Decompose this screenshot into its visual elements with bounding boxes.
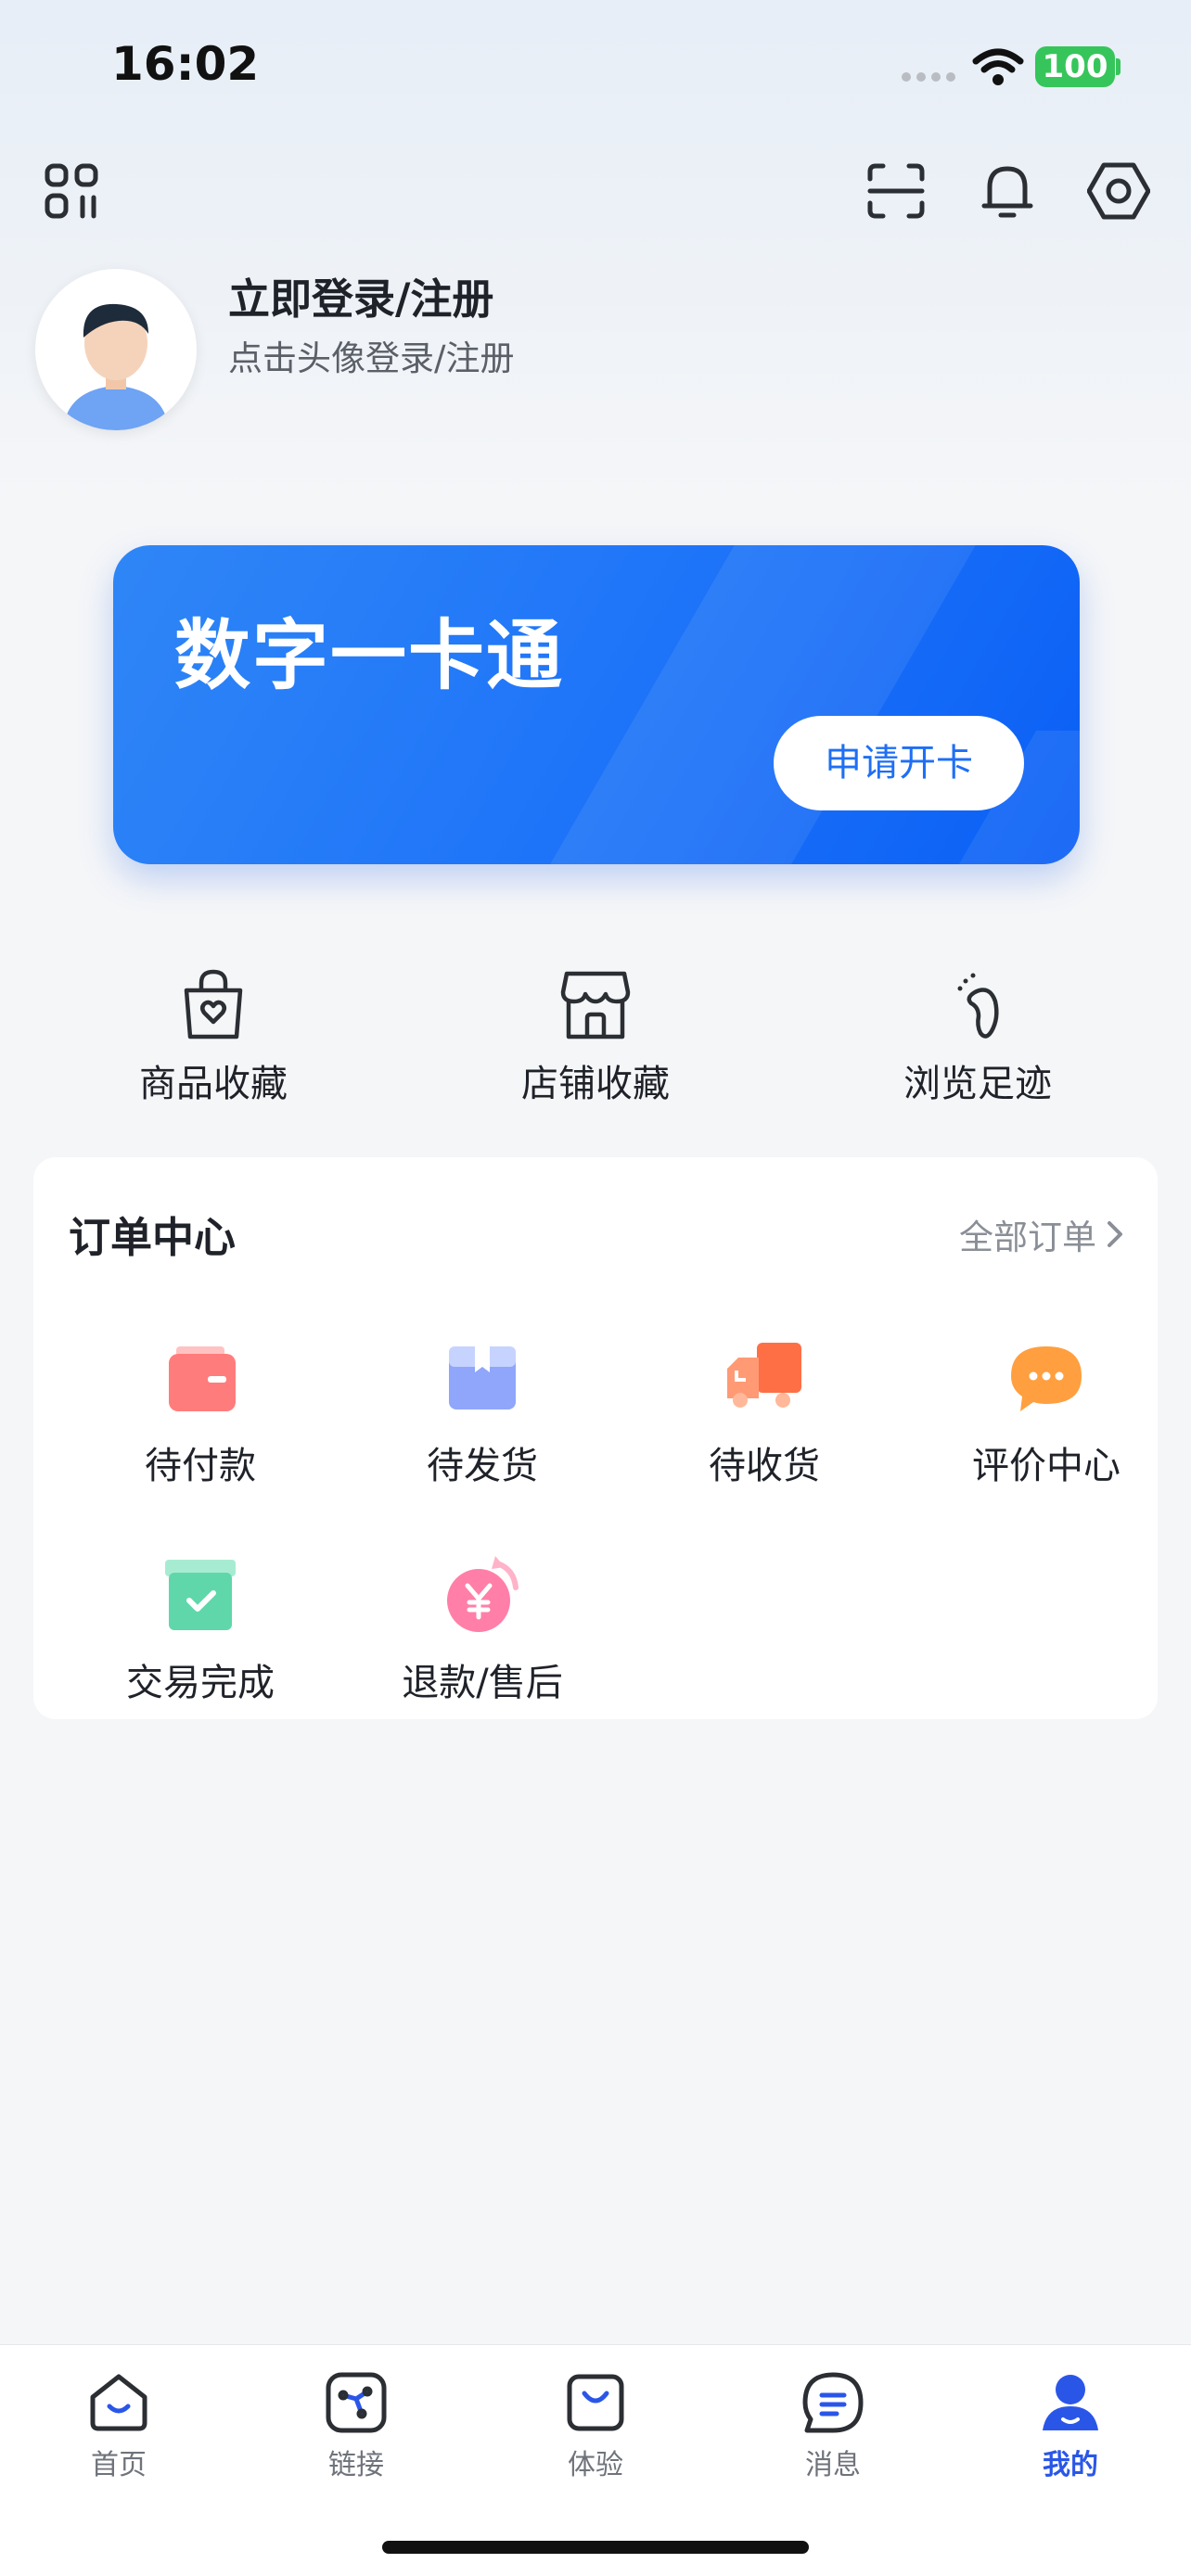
tab-label: 首页 bbox=[91, 2449, 147, 2481]
link-icon bbox=[326, 2372, 387, 2433]
digital-card-banner[interactable]: 数字一卡通 申请开卡 bbox=[113, 545, 1080, 864]
order-review-center[interactable]: 评价中心 bbox=[926, 1333, 1167, 1489]
profile-icon bbox=[1043, 2375, 1098, 2430]
login-subtitle: 点击头像登录/注册 bbox=[228, 338, 515, 378]
card-decoration bbox=[509, 545, 997, 864]
apply-card-button[interactable]: 申请开卡 bbox=[774, 716, 1024, 810]
order-completed[interactable]: 交易完成 bbox=[80, 1550, 321, 1706]
bell-icon[interactable] bbox=[970, 154, 1044, 228]
tab-experience[interactable]: 体验 bbox=[521, 2369, 670, 2482]
tab-label: 链接 bbox=[328, 2449, 384, 2481]
grid-menu-icon[interactable] bbox=[35, 154, 109, 228]
shortcut-product-favorites[interactable]: 商品收藏 bbox=[93, 964, 334, 1107]
scan-icon[interactable] bbox=[859, 154, 933, 228]
store-icon bbox=[560, 971, 631, 1039]
battery-nub bbox=[1116, 58, 1121, 75]
refund-icon bbox=[447, 1556, 519, 1632]
battery-indicator: 100 bbox=[1035, 46, 1115, 87]
order-label: 待付款 bbox=[145, 1445, 256, 1487]
all-orders-label: 全部订单 bbox=[959, 1218, 1096, 1257]
package-icon bbox=[449, 1346, 516, 1409]
order-refund-aftersale[interactable]: 退款/售后 bbox=[362, 1550, 603, 1706]
order-label: 退款/售后 bbox=[402, 1662, 563, 1704]
status-time: 16:02 bbox=[111, 37, 260, 91]
wallet-icon bbox=[169, 1346, 236, 1411]
order-center-title: 订单中心 bbox=[69, 1213, 237, 1262]
tab-messages[interactable]: 消息 bbox=[759, 2369, 907, 2482]
order-label: 待收货 bbox=[709, 1445, 820, 1487]
chevron-right-icon bbox=[1108, 1221, 1122, 1247]
wifi-icon bbox=[972, 48, 1024, 85]
shortcut-label: 浏览足迹 bbox=[903, 1063, 1052, 1105]
shopping-bag-icon bbox=[567, 2374, 624, 2431]
tab-label: 消息 bbox=[805, 2449, 861, 2481]
message-icon bbox=[802, 2372, 864, 2433]
bag-heart-icon bbox=[184, 969, 243, 1039]
box-check-icon bbox=[165, 1560, 236, 1630]
settings-icon[interactable] bbox=[1082, 154, 1156, 228]
tab-profile[interactable]: 我的 bbox=[996, 2369, 1145, 2482]
avatar[interactable] bbox=[35, 269, 197, 430]
cellular-signal-icon bbox=[902, 72, 955, 82]
tab-link[interactable]: 链接 bbox=[282, 2369, 430, 2482]
home-indicator bbox=[382, 2541, 809, 2554]
order-pending-receipt[interactable]: 待收货 bbox=[644, 1333, 885, 1489]
shortcut-browse-history[interactable]: 浏览足迹 bbox=[857, 964, 1098, 1107]
order-label: 交易完成 bbox=[126, 1662, 275, 1704]
shortcut-label: 店铺收藏 bbox=[521, 1063, 670, 1105]
order-pending-payment[interactable]: 待付款 bbox=[80, 1333, 321, 1489]
shortcut-label: 商品收藏 bbox=[139, 1063, 288, 1105]
tab-label: 我的 bbox=[1043, 2449, 1098, 2481]
tab-label: 体验 bbox=[568, 2449, 623, 2481]
shortcut-store-favorites[interactable]: 店铺收藏 bbox=[475, 964, 716, 1107]
tab-home[interactable]: 首页 bbox=[45, 2369, 193, 2482]
card-title: 数字一卡通 bbox=[174, 612, 565, 700]
all-orders-link[interactable]: 全部订单 bbox=[959, 1209, 1124, 1259]
order-label: 评价中心 bbox=[972, 1445, 1121, 1487]
truck-icon bbox=[727, 1343, 801, 1408]
chat-bubble-icon bbox=[1011, 1346, 1082, 1411]
login-title[interactable]: 立即登录/注册 bbox=[228, 265, 493, 325]
home-icon bbox=[90, 2374, 147, 2431]
footprint-icon bbox=[957, 973, 999, 1039]
order-pending-shipment[interactable]: 待发货 bbox=[362, 1333, 603, 1489]
order-label: 待发货 bbox=[427, 1445, 538, 1487]
order-center-panel: 订单中心 全部订单 待付款 待发货 待收货 评价中心 交易完成 退款/售后 bbox=[33, 1157, 1158, 1719]
